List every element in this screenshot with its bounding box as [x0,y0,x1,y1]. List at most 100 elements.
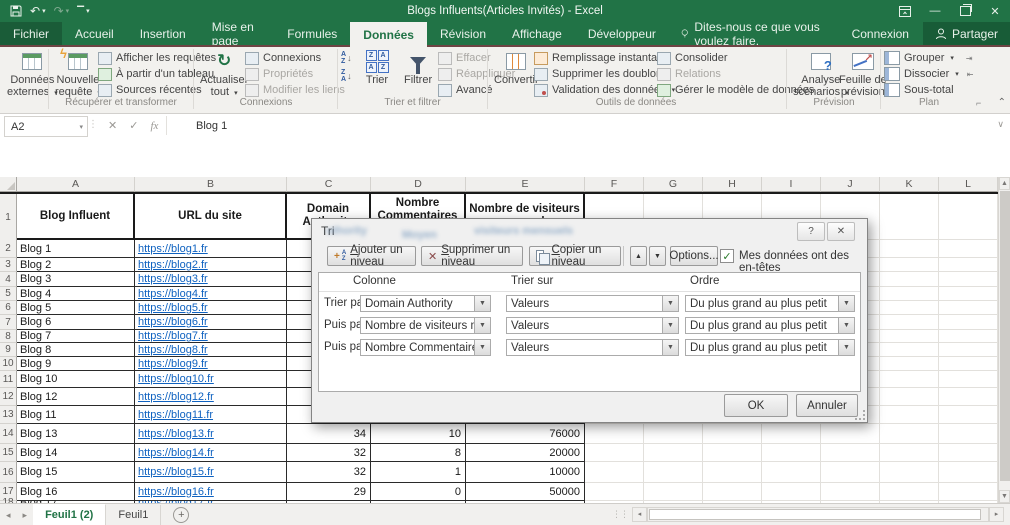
cell-blog-name[interactable]: Blog 15 [17,462,135,483]
column-header-E[interactable]: E [466,177,585,192]
cell-blog-name[interactable]: Blog 11 [17,406,135,424]
scroll-right-icon[interactable]: ▸ [989,507,1004,522]
empty-cell[interactable] [939,240,998,258]
empty-cell[interactable] [880,240,939,258]
close-button[interactable]: ✕ [980,0,1010,22]
header-cell-blog-influent[interactable]: Blog Influent [17,194,135,240]
plan-dialog-launcher-icon[interactable]: ⌐ [976,98,981,108]
cell-blog-name[interactable]: Blog 12 [17,388,135,406]
row-header-7[interactable]: 7 [0,315,17,330]
sort-on-select[interactable]: Valeurs▼ [506,339,679,356]
copy-level-button[interactable]: Copier un niveau [529,246,621,266]
blog-hyperlink[interactable]: https://blog15.fr [138,466,214,478]
row-header-6[interactable]: 6 [0,301,17,315]
empty-cell[interactable] [939,287,998,301]
column-header-G[interactable]: G [644,177,703,192]
name-box[interactable]: A2 ▾ [4,116,88,137]
empty-cell[interactable] [821,462,880,483]
horizontal-scroll-thumb[interactable] [649,509,981,520]
empty-cell[interactable] [939,258,998,272]
cell-blog-url[interactable]: https://blog6.fr [135,315,287,330]
blog-hyperlink[interactable]: https://blog5.fr [138,302,208,314]
cell-commentaires[interactable]: 10 [371,424,466,444]
cancel-entry-icon[interactable]: ✕ [108,119,117,132]
move-level-down-button[interactable]: ▼ [649,246,666,266]
cell-visiteurs[interactable]: 10000 [466,462,585,483]
row-header-12[interactable]: 12 [0,388,17,406]
empty-cell[interactable] [939,406,998,424]
empty-cell[interactable] [585,483,644,501]
cell-blog-url[interactable]: https://blog10.fr [135,371,287,388]
blog-hyperlink[interactable]: https://blog14.fr [138,447,214,459]
column-header-C[interactable]: C [287,177,371,192]
row-header-1[interactable]: 1 [0,194,17,242]
scroll-left-icon[interactable]: ◂ [632,507,647,522]
empty-cell[interactable] [939,371,998,388]
empty-cell[interactable] [939,483,998,501]
undo-icon[interactable]: ↶▾ [30,4,46,18]
cell-blog-name[interactable]: Blog 13 [17,424,135,444]
blog-hyperlink[interactable]: https://blog1.fr [138,243,208,255]
add-level-button[interactable]: +AZ Ajouter un niveau [327,246,416,266]
ok-button[interactable]: OK [724,394,788,417]
vertical-scrollbar[interactable]: ▲ ▼ [998,177,1010,503]
cell-blog-url[interactable]: https://blog13.fr [135,424,287,444]
column-header-B[interactable]: B [135,177,287,192]
empty-cell[interactable] [585,444,644,462]
empty-cell[interactable] [880,424,939,444]
minimize-button[interactable]: — [920,0,950,22]
ribbon-tab-insertion[interactable]: Insertion [127,22,199,45]
cell-blog-name[interactable]: Blog 3 [17,272,135,287]
horizontal-scroll-track[interactable] [647,507,989,522]
dissocier-button[interactable]: Dissocier▾⇤ [884,66,973,82]
grouper-button[interactable]: Grouper▾⇥ [884,50,973,66]
column-header-A[interactable]: A [17,177,135,192]
cell-domain-authority[interactable]: 29 [287,483,371,501]
empty-cell[interactable] [939,272,998,287]
select-all-corner[interactable] [0,177,17,192]
empty-cell[interactable] [762,444,821,462]
row-header-15[interactable]: 15 [0,444,17,462]
formula-bar-collapse-icon[interactable]: ∨ [997,119,1004,130]
row-header-11[interactable]: 11 [0,371,17,388]
sous-total-button[interactable]: Sous-total [884,82,973,98]
empty-cell[interactable] [880,194,939,240]
sheet-nav-right-icon[interactable]: ▸ [17,510,34,521]
order-select[interactable]: Du plus grand au plus petit▼ [685,317,855,334]
nouvelle-requete-button[interactable]: ϟ Nouvelle requête ▾ [52,48,104,102]
modifier-les-liens-button[interactable]: Modifier les liens [245,82,345,98]
empty-cell[interactable] [880,462,939,483]
cell-blog-url[interactable]: https://blog16.fr [135,483,287,501]
empty-cell[interactable] [762,462,821,483]
empty-cell[interactable] [703,424,762,444]
ribbon-tab-données[interactable]: Données [350,22,427,47]
empty-cell[interactable] [880,444,939,462]
save-icon[interactable] [10,5,22,17]
empty-cell[interactable] [939,194,998,240]
empty-cell[interactable] [880,483,939,501]
empty-cell[interactable] [644,462,703,483]
filtrer-button[interactable]: Filtrer [401,48,435,88]
ribbon-tab-formules[interactable]: Formules [274,22,350,45]
empty-cell[interactable] [762,424,821,444]
cell-domain-authority[interactable]: 32 [287,462,371,483]
empty-cell[interactable] [880,357,939,371]
cell-blog-url[interactable]: https://blog1.fr [135,240,287,258]
empty-cell[interactable] [880,388,939,406]
empty-cell[interactable] [821,483,880,501]
order-select[interactable]: Du plus grand au plus petit▼ [685,339,855,356]
delete-level-button[interactable]: ✕ Supprimer un niveau [421,246,523,266]
cell-commentaires[interactable]: 0 [371,483,466,501]
blog-hyperlink[interactable]: https://blog10.fr [138,373,214,385]
empty-cell[interactable] [939,330,998,343]
empty-cell[interactable] [703,444,762,462]
cell-blog-url[interactable]: https://blog5.fr [135,301,287,315]
cell-blog-url[interactable]: https://blog11.fr [135,406,287,424]
order-select[interactable]: Du plus grand au plus petit▼ [685,295,855,312]
formula-content[interactable]: Blog 1 [196,116,227,135]
headers-checkbox-label[interactable]: Mes données ont des en-têtes [739,250,867,274]
feuille-de-prevision-button[interactable]: Feuille de prévision [836,48,890,100]
column-select[interactable]: Nombre Commentaires Moyen▼ [360,339,491,356]
cell-visiteurs[interactable]: 20000 [466,444,585,462]
partager-button[interactable]: Partager [923,22,1010,45]
